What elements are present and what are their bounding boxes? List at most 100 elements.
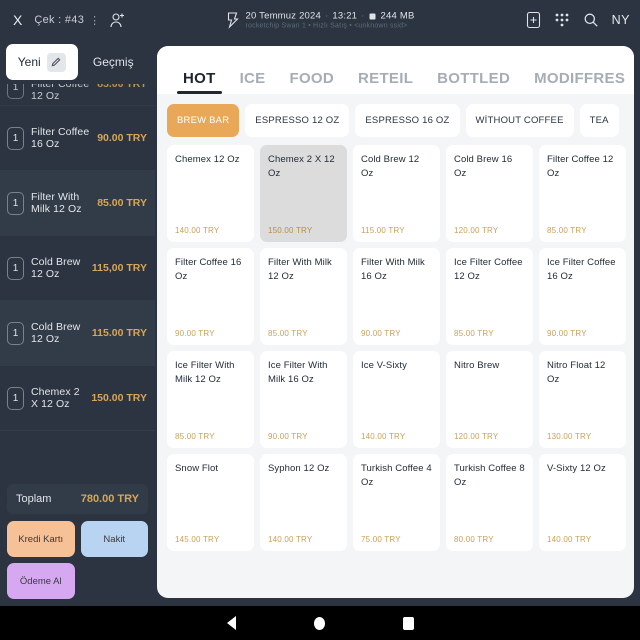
order-item-list[interactable]: 1 Filter Coffee 12 Oz 85.00 TRY 1 Filter… <box>0 84 155 478</box>
product-card[interactable]: Chemex 12 Oz 140.00 TRY <box>167 145 254 242</box>
product-grid-scroll[interactable]: Chemex 12 Oz 140.00 TRY Chemex 2 X 12 Oz… <box>157 145 634 598</box>
list-item[interactable]: 1 Chemex 2 X 12 Oz 150.00 TRY <box>0 366 155 431</box>
product-card[interactable]: Ice Filter With Milk 12 Oz 85.00 TRY <box>167 351 254 448</box>
tab-hot[interactable]: HOT <box>171 70 228 94</box>
product-price: 90.00 TRY <box>547 329 587 338</box>
product-card[interactable]: Snow Flot 145.00 TRY <box>167 454 254 551</box>
product-card[interactable]: Syphon 12 Oz 140.00 TRY <box>260 454 347 551</box>
product-price: 90.00 TRY <box>175 329 215 338</box>
item-name: Filter Coffee 16 Oz <box>31 126 90 150</box>
item-quantity[interactable]: 1 <box>7 386 24 410</box>
item-quantity[interactable]: 1 <box>7 321 24 345</box>
take-payment-button[interactable]: Ödeme Al <box>7 563 75 599</box>
item-name: Filter With Milk 12 Oz <box>31 191 82 215</box>
item-name: Chemex 2 X 12 Oz <box>31 386 80 410</box>
tab-yeni-label: Yeni <box>17 55 41 69</box>
chip-without-coffee[interactable]: WİTHOUT COFFEE <box>465 104 574 137</box>
status-sep-2: · <box>361 10 365 22</box>
tab-reteil[interactable]: RETEIL <box>346 70 425 94</box>
product-card[interactable]: Filter With Milk 16 Oz 90.00 TRY <box>353 248 440 345</box>
product-price: 130.00 TRY <box>547 432 592 441</box>
close-icon[interactable]: X <box>10 11 25 29</box>
tab-modiffres[interactable]: MODIFFRES <box>522 70 634 94</box>
product-card[interactable]: Turkish Coffee 4 Oz 75.00 TRY <box>353 454 440 551</box>
pos-app-root: X Çek : #43 ⋮ 20 Temmuz 2024 · 13:21 · 2… <box>0 0 640 640</box>
product-card[interactable]: Cold Brew 12 Oz 115.00 TRY <box>353 145 440 242</box>
top-bar: X Çek : #43 ⋮ 20 Temmuz 2024 · 13:21 · 2… <box>0 0 640 40</box>
tab-gecmis[interactable]: Geçmiş <box>78 44 150 80</box>
status-sep-1: · <box>325 10 329 22</box>
check-number-label[interactable]: Çek : #43 <box>34 14 84 26</box>
list-item[interactable]: 1 Filter Coffee 12 Oz 85.00 TRY <box>0 84 155 106</box>
category-tab-bar: HOT ICE FOOD RETEIL BOTTLED MODIFFRES <box>157 46 634 94</box>
status-line-secondary: rocketchip Swan 1 • Hızlı Satış • <unkno… <box>245 22 408 30</box>
chip-tea[interactable]: TEA <box>579 104 619 137</box>
list-item[interactable]: 1 Filter Coffee 16 Oz 90.00 TRY <box>0 106 155 171</box>
product-name: Ice Filter With Milk 16 Oz <box>268 360 328 385</box>
user-initials-badge[interactable]: NY <box>612 13 630 27</box>
apps-grid-icon[interactable] <box>554 12 570 28</box>
tab-yeni[interactable]: Yeni <box>6 44 78 80</box>
overflow-menu-icon[interactable]: ⋮ <box>89 14 100 27</box>
product-name: Filter Coffee 12 Oz <box>547 154 614 179</box>
item-quantity[interactable]: 1 <box>7 126 24 150</box>
credit-card-button[interactable]: Kredi Kartı <box>7 521 75 557</box>
product-price: 80.00 TRY <box>454 535 494 544</box>
product-card[interactable]: Turkish Coffee 8 Oz 80.00 TRY <box>446 454 533 551</box>
total-label: Toplam <box>16 493 52 505</box>
status-memory: 244 MB <box>380 10 415 22</box>
product-card[interactable]: Nitro Float 12 Oz 130.00 TRY <box>539 351 626 448</box>
search-icon[interactable] <box>583 12 599 28</box>
tab-gecmis-label: Geçmiş <box>92 55 134 69</box>
product-card[interactable]: Ice Filter Coffee 16 Oz 90.00 TRY <box>539 248 626 345</box>
product-card[interactable]: Filter With Milk 12 Oz 85.00 TRY <box>260 248 347 345</box>
add-person-icon[interactable] <box>109 11 126 29</box>
chip-espresso-16-oz[interactable]: ESPRESSO 16 OZ <box>355 104 460 137</box>
product-card[interactable]: Filter Coffee 12 Oz 85.00 TRY <box>539 145 626 242</box>
product-name: Filter Coffee 16 Oz <box>175 257 242 282</box>
tab-bottled[interactable]: BOTTLED <box>425 70 522 94</box>
product-price: 115.00 TRY <box>361 226 405 235</box>
product-price: 145.00 TRY <box>175 535 220 544</box>
body-wrapper: Yeni Geçmiş 1 Filter Coffee 12 Oz 85.00 … <box>0 40 640 606</box>
total-value: 780.00 TRY <box>80 493 139 505</box>
cash-button[interactable]: Nakit <box>80 521 148 557</box>
product-name: Turkish Coffee 4 Oz <box>361 463 432 488</box>
recents-square-icon[interactable] <box>402 616 414 630</box>
add-device-icon[interactable] <box>526 11 541 29</box>
status-time: 13:21 <box>332 10 358 22</box>
item-quantity[interactable]: 1 <box>7 191 24 215</box>
product-price: 90.00 TRY <box>361 329 401 338</box>
device-status-group: 20 Temmuz 2024 · 13:21 · 244 MB rocketch… <box>226 11 415 30</box>
product-card[interactable]: V-Sixty 12 Oz 140.00 TRY <box>539 454 626 551</box>
product-card[interactable]: Ice Filter With Milk 16 Oz 90.00 TRY <box>260 351 347 448</box>
product-card[interactable]: Cold Brew 16 Oz 120.00 TRY <box>446 145 533 242</box>
product-name: Ice V-Sixty <box>361 360 407 371</box>
item-quantity[interactable]: 1 <box>7 84 24 99</box>
order-total-bar: Toplam 780.00 TRY <box>7 484 148 514</box>
product-card[interactable]: Ice V-Sixty 140.00 TRY <box>353 351 440 448</box>
tab-food[interactable]: FOOD <box>277 70 346 94</box>
status-date: 20 Temmuz 2024 <box>245 10 322 22</box>
product-card[interactable]: Filter Coffee 16 Oz 90.00 TRY <box>167 248 254 345</box>
list-item[interactable]: 1 Cold Brew 12 Oz 115,00 TRY <box>0 236 155 301</box>
product-price: 85.00 TRY <box>547 226 587 235</box>
top-bar-left-group: X Çek : #43 ⋮ <box>10 11 126 29</box>
product-name: Syphon 12 Oz <box>268 463 330 474</box>
item-quantity[interactable]: 1 <box>7 256 24 280</box>
product-name: Cold Brew 12 Oz <box>361 154 420 179</box>
tab-ice[interactable]: ICE <box>228 70 278 94</box>
list-item[interactable]: 1 Filter With Milk 12 Oz 85.00 TRY <box>0 171 155 236</box>
subcategory-chip-bar: BREW BAR ESPRESSO 12 OZ ESPRESSO 16 OZ W… <box>157 94 634 145</box>
printer-icon <box>226 12 240 29</box>
product-card[interactable]: Nitro Brew 120.00 TRY <box>446 351 533 448</box>
list-item[interactable]: 1 Cold Brew 12 Oz 115.00 TRY <box>0 301 155 366</box>
back-triangle-icon[interactable] <box>226 616 236 630</box>
chip-espresso-12-oz[interactable]: ESPRESSO 12 OZ <box>245 104 350 137</box>
product-card[interactable]: Chemex 2 X 12 Oz 150.00 TRY <box>260 145 347 242</box>
home-circle-icon[interactable] <box>313 616 325 630</box>
product-grid: Chemex 12 Oz 140.00 TRY Chemex 2 X 12 Oz… <box>167 145 626 551</box>
chip-brew-bar[interactable]: BREW BAR <box>167 104 240 137</box>
product-card[interactable]: Ice Filter Coffee 12 Oz 85.00 TRY <box>446 248 533 345</box>
product-name: Nitro Brew <box>454 360 500 371</box>
